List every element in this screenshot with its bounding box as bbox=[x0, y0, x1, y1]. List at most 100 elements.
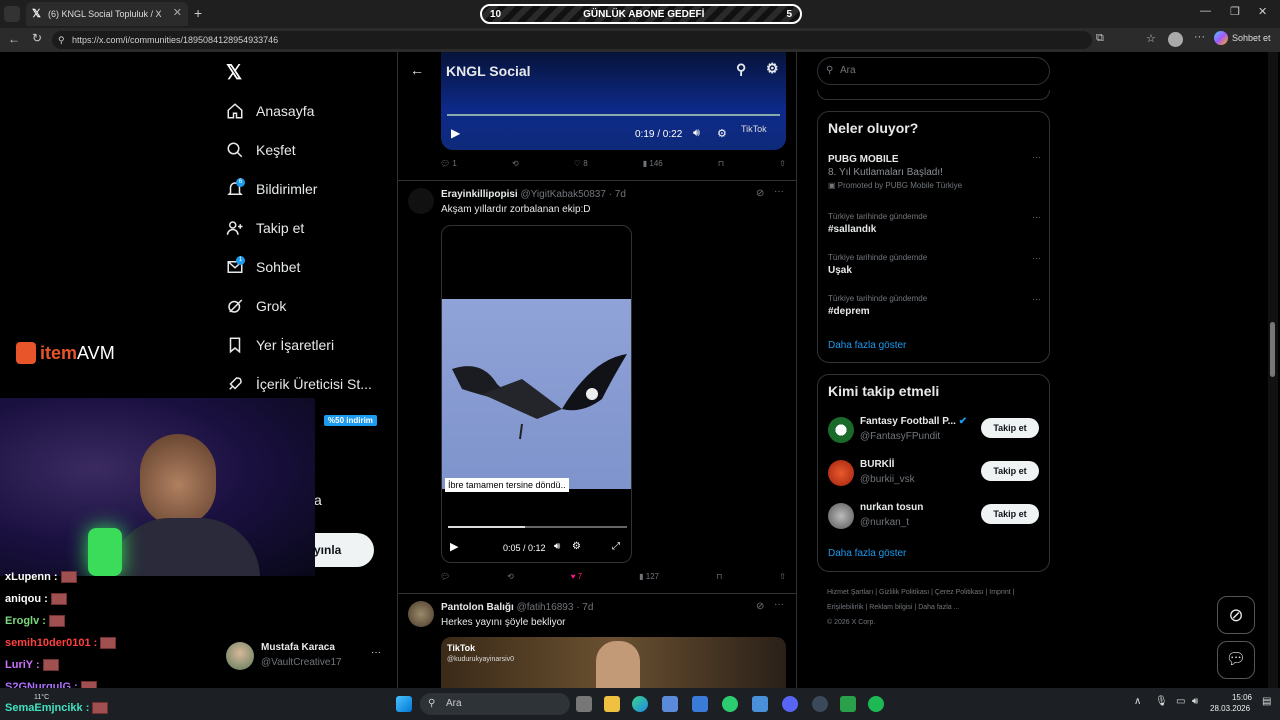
bookmark-icon[interactable]: ⊓ bbox=[718, 159, 724, 168]
minimize-icon[interactable]: — bbox=[1200, 5, 1211, 17]
footer-link[interactable]: Reklam bilgisi bbox=[869, 604, 912, 611]
start-windows-icon[interactable] bbox=[396, 696, 412, 712]
avatar[interactable] bbox=[408, 601, 434, 627]
taskbar-time[interactable]: 15:06 bbox=[1228, 693, 1252, 702]
retweet-icon[interactable]: ⟲ bbox=[512, 159, 519, 168]
more-icon[interactable]: ··· bbox=[1032, 212, 1041, 222]
more-icon[interactable]: ··· bbox=[1194, 31, 1205, 43]
more-icon[interactable]: ··· bbox=[1032, 253, 1041, 263]
file-explorer-icon[interactable] bbox=[604, 696, 620, 712]
task-view-icon[interactable] bbox=[576, 696, 592, 712]
url-field[interactable]: ⚲ https://x.com/i/communities/1895084128… bbox=[52, 31, 1092, 49]
maximize-icon[interactable]: ❐ bbox=[1230, 5, 1240, 18]
volume-icon[interactable]: 🔊︎ bbox=[554, 541, 560, 552]
nav-explore[interactable]: Keşfet bbox=[226, 141, 296, 159]
show-more-link[interactable]: Daha fazla göster bbox=[828, 340, 906, 351]
mail-app-icon[interactable] bbox=[692, 696, 708, 712]
page-scrollbar[interactable] bbox=[1268, 52, 1278, 688]
nav-more-partial[interactable]: a bbox=[314, 492, 322, 508]
profile-avatar[interactable] bbox=[1168, 32, 1183, 47]
account-switcher[interactable]: Mustafa Karaca @VaultCreative17 ··· bbox=[226, 641, 386, 671]
back-icon[interactable]: ← bbox=[8, 32, 20, 46]
spotify-icon[interactable] bbox=[868, 696, 884, 712]
trend-item[interactable]: Türkiye tarihinde gündemde #sallandık ··… bbox=[828, 212, 1041, 235]
video-progress[interactable] bbox=[448, 526, 627, 528]
fullscreen-icon[interactable]: ⤢ bbox=[612, 541, 620, 552]
footer-link[interactable]: Gizlilik Politikası bbox=[879, 589, 929, 596]
more-icon[interactable]: ··· bbox=[371, 647, 381, 658]
scrollbar-thumb[interactable] bbox=[1270, 322, 1275, 377]
author-handle[interactable]: @fatih16893 · 7d bbox=[517, 602, 594, 613]
favorites-icon[interactable]: ☆ bbox=[1146, 32, 1156, 45]
tab-list-button[interactable] bbox=[4, 6, 20, 22]
footer-link[interactable]: Imprint bbox=[989, 589, 1010, 596]
nav-home[interactable]: Anasayfa bbox=[226, 102, 314, 120]
footer-link[interactable]: Daha fazla ... bbox=[918, 604, 959, 611]
taskbar-search[interactable]: ⚲ Ara bbox=[420, 693, 570, 715]
video-player[interactable]: İbre tamamen tersine döndü.. ▶ 0:05 / 0:… bbox=[441, 225, 632, 563]
play-icon[interactable]: ▶ bbox=[450, 540, 458, 553]
avatar[interactable] bbox=[408, 188, 434, 214]
reply-button[interactable]: 💬︎ 1 bbox=[440, 159, 457, 168]
steam-icon[interactable] bbox=[812, 696, 828, 712]
author-name[interactable]: Pantolon Balığı bbox=[441, 602, 514, 613]
footer-link[interactable]: Çerez Politikası bbox=[935, 589, 984, 596]
share-icon[interactable]: ⇧ bbox=[779, 159, 786, 168]
video-progress[interactable] bbox=[447, 114, 780, 116]
network-icon[interactable]: ▭ bbox=[1176, 696, 1185, 707]
grok-icon[interactable]: ⊘ bbox=[756, 188, 764, 199]
follow-button[interactable]: Takip et bbox=[981, 418, 1039, 438]
more-icon[interactable]: ··· bbox=[774, 186, 784, 197]
follow-button[interactable]: Takip et bbox=[981, 461, 1039, 481]
close-tab-icon[interactable]: ✕ bbox=[173, 6, 182, 19]
trend-item[interactable]: Türkiye tarihinde gündemde #deprem ··· bbox=[828, 294, 1041, 317]
volume-icon[interactable]: 🔊︎ bbox=[693, 127, 700, 140]
follow-button[interactable]: Takip et bbox=[981, 504, 1039, 524]
microphone-icon[interactable]: 🎙︎ bbox=[1155, 696, 1168, 707]
search-input[interactable]: ⚲ Ara bbox=[817, 57, 1050, 85]
browser-tab[interactable]: 𝕏 (6) KNGL Social Topluluk / X ✕ bbox=[26, 2, 188, 26]
volume-icon[interactable]: 🔊︎ bbox=[1192, 696, 1198, 707]
store-icon[interactable] bbox=[662, 696, 678, 712]
views-button[interactable]: ▮ 127 bbox=[639, 572, 659, 581]
settings-icon[interactable]: ⚙ bbox=[717, 127, 727, 140]
xbox-icon[interactable] bbox=[840, 696, 856, 712]
settings-icon[interactable]: ⚙ bbox=[766, 60, 779, 77]
more-icon[interactable]: ··· bbox=[774, 599, 784, 610]
refresh-icon[interactable]: ↻ bbox=[32, 31, 42, 45]
nav-bookmarks[interactable]: Yer İşaretleri bbox=[226, 336, 334, 354]
share-icon[interactable]: ⇧ bbox=[779, 572, 786, 581]
copilot-button[interactable]: Sohbet et bbox=[1214, 31, 1271, 45]
edge-icon[interactable] bbox=[632, 696, 648, 712]
app-icon[interactable] bbox=[752, 696, 768, 712]
author-handle[interactable]: @YigitKabak50837 · 7d bbox=[520, 189, 625, 200]
grok-fab[interactable]: ⊘ bbox=[1217, 596, 1255, 634]
author-name[interactable]: Erayinkillipopisi bbox=[441, 189, 518, 200]
nav-grok[interactable]: Grok bbox=[226, 297, 286, 315]
bookmark-icon[interactable]: ⊓ bbox=[716, 572, 722, 581]
play-icon[interactable]: ▶ bbox=[451, 126, 460, 140]
footer-link[interactable]: Hizmet Şartları bbox=[827, 589, 873, 596]
more-icon[interactable]: ··· bbox=[1032, 152, 1041, 162]
extensions-icon[interactable]: ⧉ bbox=[1096, 32, 1104, 45]
back-arrow-icon[interactable]: ← bbox=[410, 62, 424, 78]
trend-item[interactable]: Türkiye tarihinde gündemde Uşak ··· bbox=[828, 253, 1041, 276]
notifications-center-icon[interactable]: ▤ bbox=[1262, 696, 1271, 707]
like-button[interactable]: ♥ 7 bbox=[571, 572, 582, 581]
nav-follow[interactable]: Takip et bbox=[226, 219, 304, 237]
messages-fab[interactable]: 💬︎ bbox=[1217, 641, 1255, 679]
taskbar-date[interactable]: 28.03.2026 bbox=[1210, 704, 1250, 713]
trend-item[interactable]: PUBG MOBILE 8. Yıl Kutlamaları Başladı! … bbox=[828, 152, 1041, 190]
show-more-link[interactable]: Daha fazla göster bbox=[828, 548, 906, 559]
grok-icon[interactable]: ⊘ bbox=[756, 601, 764, 612]
footer-link[interactable]: Erişilebilirlik bbox=[827, 604, 864, 611]
weather-widget[interactable]: 11°C bbox=[34, 694, 49, 701]
search-icon[interactable]: ⚲ bbox=[736, 61, 746, 78]
new-tab-icon[interactable]: + bbox=[194, 5, 202, 21]
reply-icon[interactable]: 💬︎ bbox=[440, 572, 450, 581]
nav-creator-studio[interactable]: İçerik Üreticisi St... bbox=[226, 375, 372, 393]
whatsapp-icon[interactable] bbox=[722, 696, 738, 712]
like-button[interactable]: ♡ 8 bbox=[574, 159, 588, 168]
settings-icon[interactable]: ⚙ bbox=[572, 541, 581, 552]
tray-chevron-icon[interactable]: ∧ bbox=[1134, 696, 1141, 707]
